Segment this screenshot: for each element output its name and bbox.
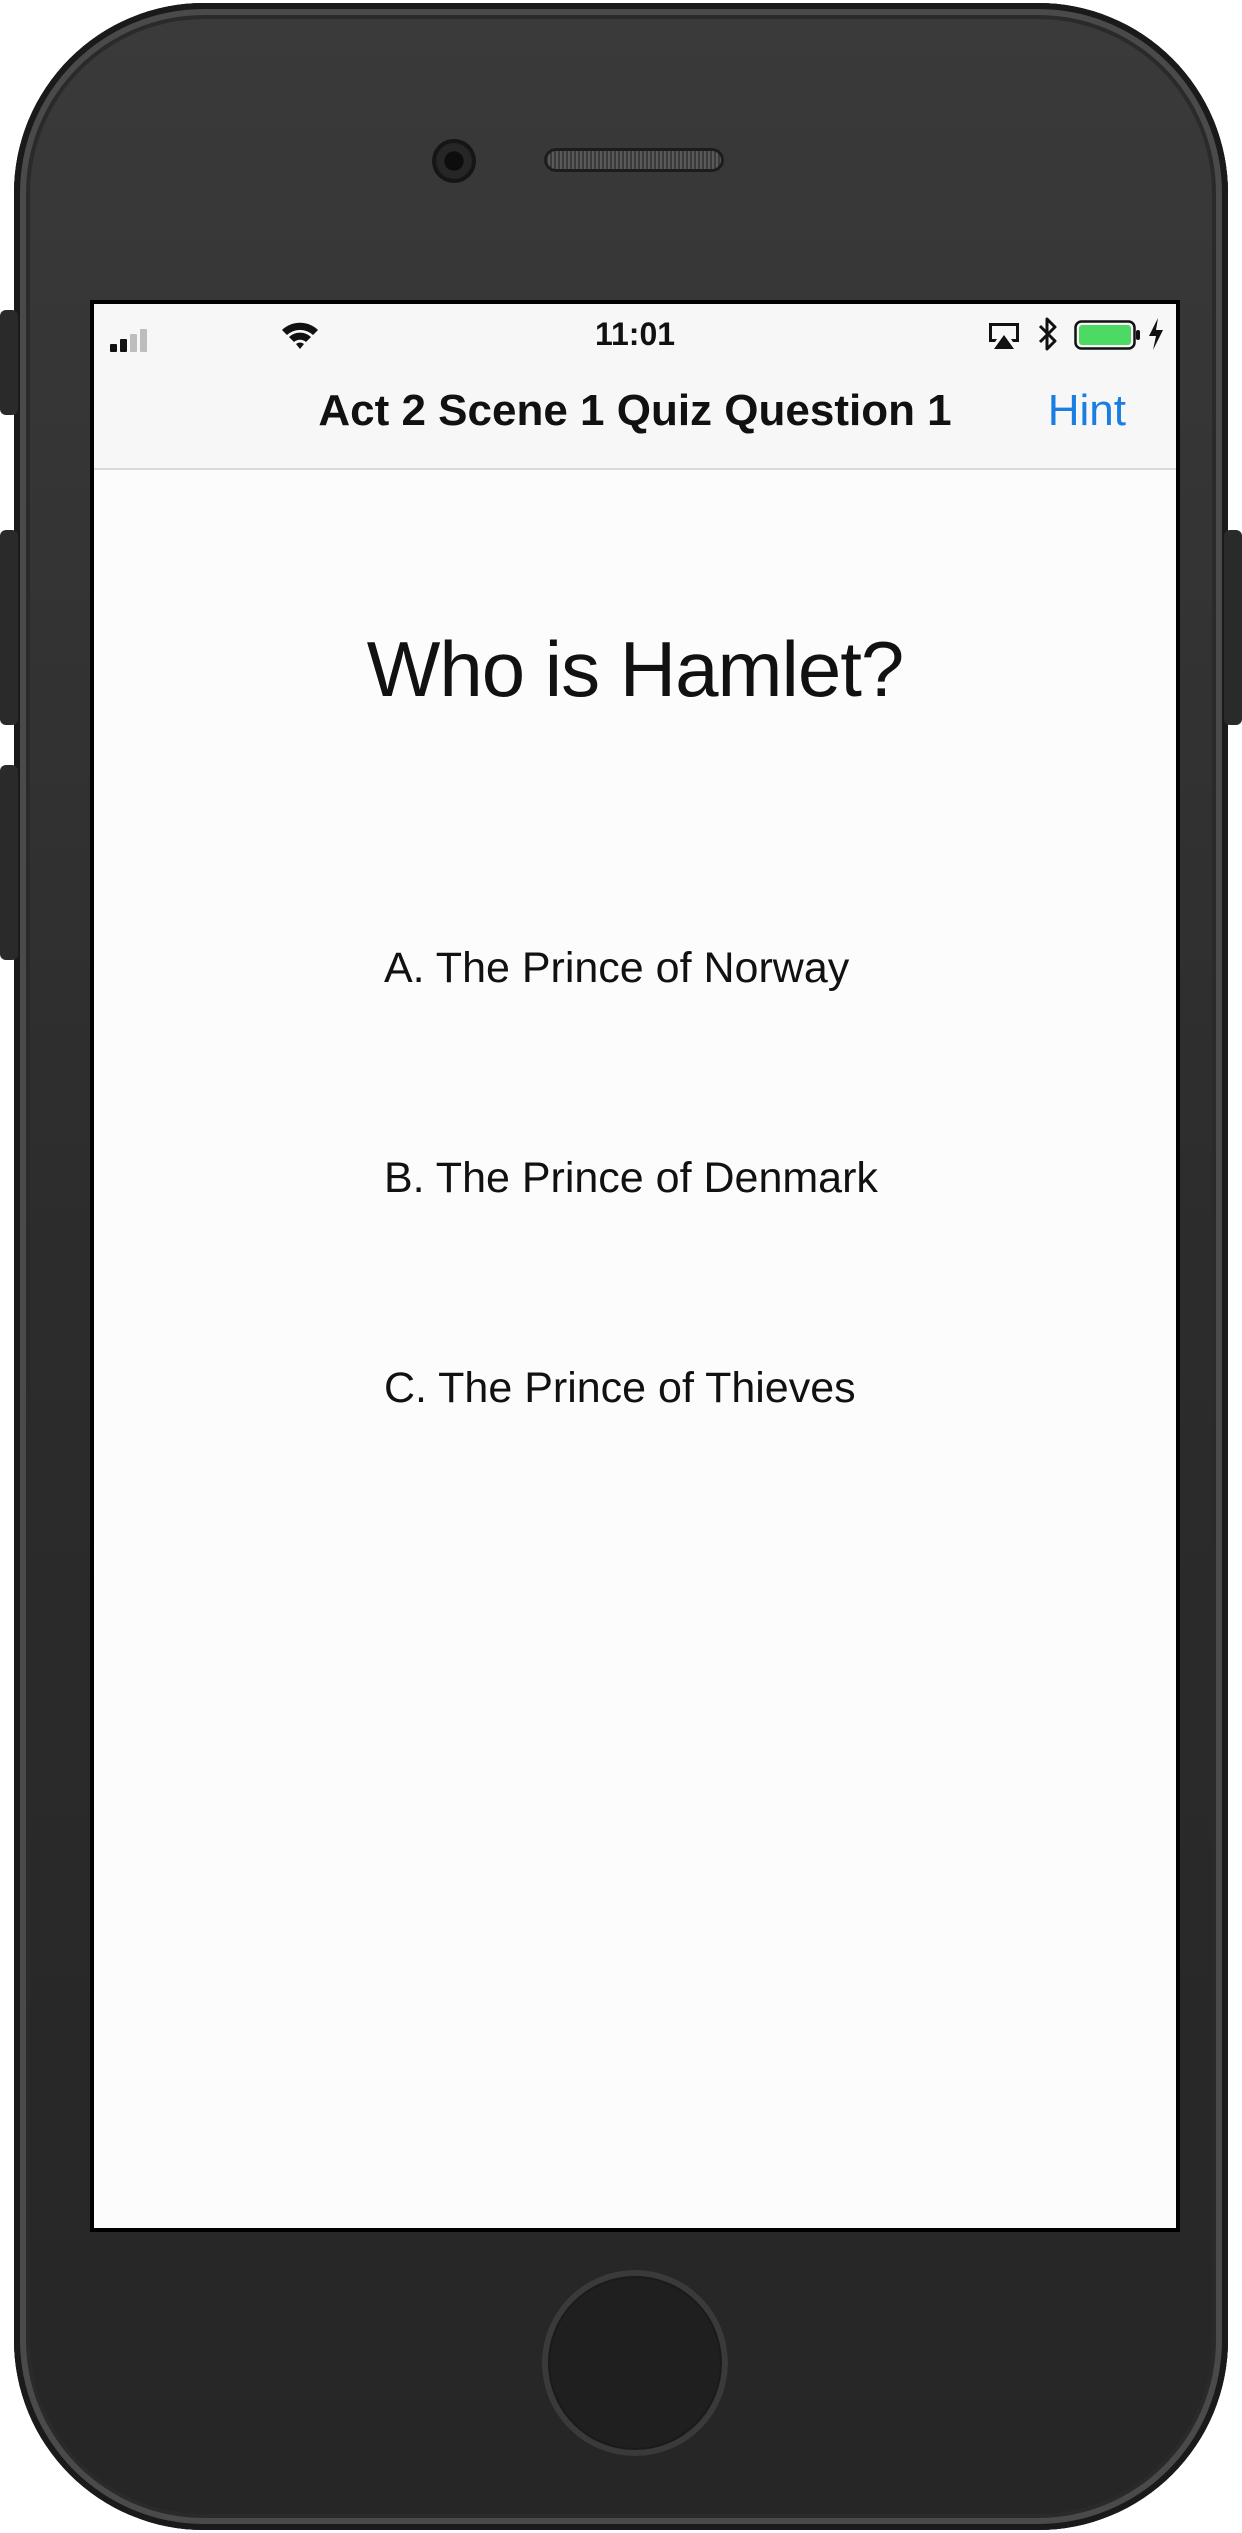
airplay-icon — [989, 323, 1019, 349]
answer-option-c[interactable]: C. The Prince of Thieves — [384, 1364, 856, 1413]
mute-switch — [0, 310, 18, 415]
screen: 11:01 Act 2 Scene 1 Quiz Question 1 Hint… — [90, 300, 1180, 2232]
app-view: 11:01 Act 2 Scene 1 Quiz Question 1 Hint… — [94, 304, 1176, 2228]
answer-option-b[interactable]: B. The Prince of Denmark — [384, 1154, 878, 1203]
question-text: Who is Hamlet? — [366, 625, 905, 713]
phone-frame: 11:01 Act 2 Scene 1 Quiz Question 1 Hint… — [14, 3, 1228, 2530]
earpiece-speaker — [544, 148, 724, 172]
volume-up-button — [0, 530, 18, 725]
battery-icon — [1074, 320, 1140, 350]
home-button[interactable] — [542, 2270, 728, 2456]
hint-button[interactable]: Hint — [1048, 386, 1126, 436]
nav-title: Act 2 Scene 1 Quiz Question 1 — [318, 386, 952, 435]
answer-option-a[interactable]: A. The Prince of Norway — [384, 944, 849, 993]
status-bar: 11:01 — [94, 304, 1176, 364]
bluetooth-icon — [1038, 317, 1057, 351]
front-camera — [432, 139, 476, 183]
charging-icon — [1149, 318, 1163, 350]
volume-down-button — [0, 765, 18, 960]
navigation-bar: Act 2 Scene 1 Quiz Question 1 Hint — [94, 364, 1176, 470]
power-button — [1224, 530, 1242, 725]
